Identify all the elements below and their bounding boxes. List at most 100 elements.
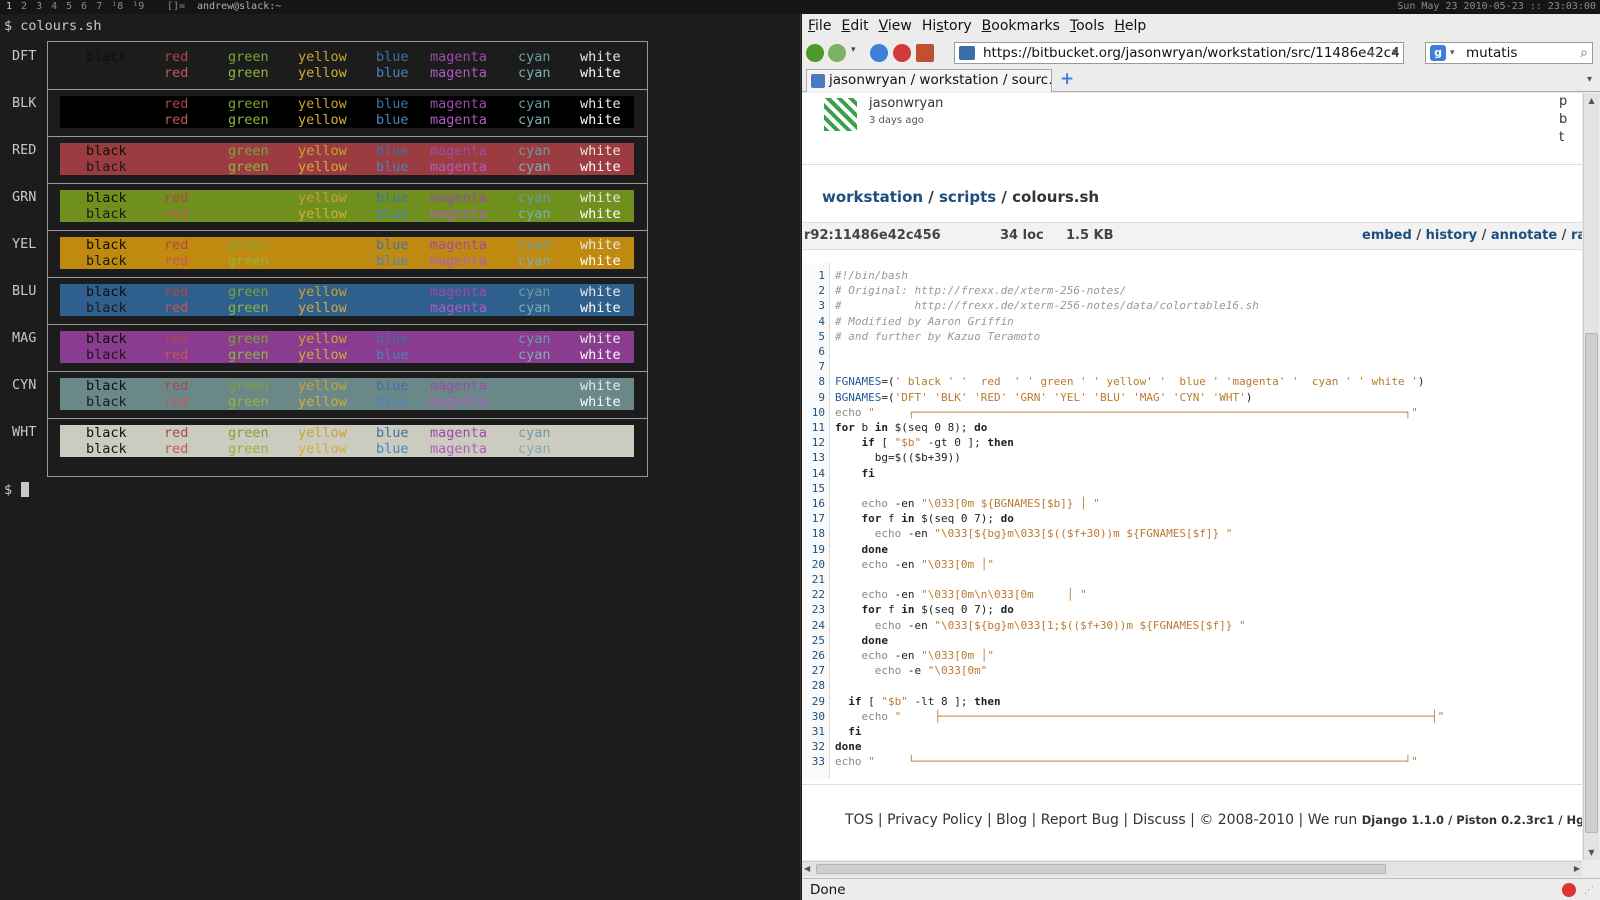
menu-history[interactable]: History: [922, 18, 972, 34]
horizontal-scrollbar[interactable]: ◀ ▶: [802, 861, 1582, 876]
line-number[interactable]: 3: [818, 298, 825, 313]
home-button[interactable]: [916, 44, 934, 62]
footer-link[interactable]: Report Bug: [1041, 812, 1119, 828]
history-dropdown-icon[interactable]: ▾: [851, 45, 856, 55]
workspace-tags[interactable]: 1 2 3 4 5 6 7 ¹8 ¹9: [6, 0, 153, 14]
workspace-tag[interactable]: 5: [66, 1, 72, 12]
colour-row-red: RED black black green green yellow yellow blue b…: [12, 136, 647, 184]
stop-button[interactable]: [893, 44, 911, 62]
line-number[interactable]: 14: [812, 466, 825, 481]
line-number[interactable]: 21: [812, 572, 825, 587]
line-number[interactable]: 33: [812, 754, 825, 769]
workspace-tag[interactable]: 4: [51, 1, 57, 12]
terminal-prompt[interactable]: $: [4, 481, 30, 499]
new-tab-icon[interactable]: +: [1060, 68, 1074, 90]
line-number[interactable]: 10: [812, 405, 825, 420]
footer-link[interactable]: TOS: [845, 812, 873, 828]
line-number[interactable]: 25: [812, 633, 825, 648]
search-icon[interactable]: ⌕: [1580, 43, 1588, 63]
menu-file[interactable]: File: [808, 18, 831, 34]
workspace-tag[interactable]: 3: [36, 1, 42, 12]
line-number[interactable]: 24: [812, 618, 825, 633]
line-number[interactable]: 32: [812, 739, 825, 754]
history-link[interactable]: history: [1426, 228, 1477, 243]
forward-button[interactable]: [828, 44, 846, 62]
line-number[interactable]: 4: [818, 314, 825, 329]
annotate-link[interactable]: annotate: [1491, 228, 1557, 243]
line-number[interactable]: 13: [812, 450, 825, 465]
menu-tools[interactable]: Tools: [1070, 18, 1105, 34]
commit-author[interactable]: jasonwryan: [869, 96, 943, 111]
line-number[interactable]: 15: [812, 481, 825, 496]
line-number[interactable]: 31: [812, 724, 825, 739]
line-number[interactable]: 22: [812, 587, 825, 602]
line-number[interactable]: 18: [812, 526, 825, 541]
line-number[interactable]: 23: [812, 602, 825, 617]
scroll-down-icon[interactable]: ▼: [1584, 845, 1599, 860]
menu-edit[interactable]: Edit: [841, 18, 868, 34]
breadcrumb-dir[interactable]: scripts: [939, 188, 996, 206]
layout-indicator[interactable]: []=: [167, 0, 185, 14]
scrollbar-thumb[interactable]: [1585, 333, 1598, 833]
code-line: for f in $(seq 0 7); do: [861, 512, 1014, 526]
menu-bookmarks[interactable]: Bookmarks: [982, 18, 1060, 34]
line-number[interactable]: 29: [812, 694, 825, 709]
workspace-tag[interactable]: 6: [81, 1, 87, 12]
menu-help[interactable]: Help: [1114, 18, 1146, 34]
url-bar[interactable]: https://bitbucket.org/jasonwryan/worksta…: [954, 42, 1404, 64]
search-input[interactable]: g ▾ mutatis ⌕: [1425, 42, 1593, 64]
footer-link[interactable]: Privacy Policy: [887, 812, 982, 828]
line-number[interactable]: 9: [818, 390, 825, 405]
fg-bold: blue: [376, 347, 409, 363]
workspace-tag[interactable]: 2: [21, 1, 27, 12]
scrollbar-thumb[interactable]: [816, 864, 1386, 874]
bookmark-star-icon[interactable]: ☆: [1368, 43, 1381, 63]
tab-list-dropdown-icon[interactable]: ▾: [1587, 68, 1592, 92]
line-number[interactable]: 5: [818, 329, 825, 344]
line-number[interactable]: 16: [812, 496, 825, 511]
footer-link[interactable]: Blog: [996, 812, 1027, 828]
workspace-tag[interactable]: ¹9: [132, 1, 144, 12]
line-number[interactable]: 17: [812, 511, 825, 526]
line-number[interactable]: 8: [818, 374, 825, 389]
line-number[interactable]: 19: [812, 542, 825, 557]
workspace-tag[interactable]: ¹8: [111, 1, 123, 12]
search-engine-icon[interactable]: g: [1430, 45, 1446, 61]
vertical-scrollbar[interactable]: ▲ ▼: [1583, 93, 1599, 860]
scroll-right-icon[interactable]: ▶: [1574, 862, 1580, 876]
line-number[interactable]: 11: [812, 420, 825, 435]
fg-bold: magenta: [430, 441, 487, 457]
line-number[interactable]: 20: [812, 557, 825, 572]
line-number[interactable]: 28: [812, 678, 825, 693]
footer-link[interactable]: Discuss: [1133, 812, 1186, 828]
addon-status-icon[interactable]: [1562, 883, 1576, 897]
line-number[interactable]: 26: [812, 648, 825, 663]
line-number[interactable]: 2: [818, 283, 825, 298]
workspace-tag[interactable]: 1: [6, 1, 12, 12]
fg-normal: magenta: [430, 284, 487, 300]
raw-link[interactable]: ra: [1571, 228, 1582, 243]
terminal-window[interactable]: $ colours.sh DFT black black red red green gre…: [0, 14, 801, 900]
line-number[interactable]: 1: [818, 268, 825, 283]
line-number[interactable]: 12: [812, 435, 825, 450]
reload-button[interactable]: [870, 44, 888, 62]
resize-grip-icon[interactable]: ⋰: [1584, 885, 1596, 897]
scroll-up-icon[interactable]: ▲: [1584, 93, 1599, 108]
search-engine-dropdown-icon[interactable]: ▾: [1450, 43, 1455, 63]
line-number[interactable]: 7: [818, 359, 825, 374]
line-number[interactable]: 6: [818, 344, 825, 359]
code-line: BGNAMES=('DFT' 'BLK' 'RED' 'GRN' 'YEL' '…: [835, 390, 1253, 404]
avatar[interactable]: [824, 98, 857, 131]
url-dropdown-icon[interactable]: ▾: [1392, 43, 1397, 63]
line-number[interactable]: 30: [812, 709, 825, 724]
breadcrumb-repo[interactable]: workstation: [822, 188, 923, 206]
workspace-tag[interactable]: 7: [96, 1, 102, 12]
menu-view[interactable]: View: [879, 18, 912, 34]
embed-link[interactable]: embed: [1362, 228, 1412, 243]
colour-table: DFT black black red red green green yellow yello…: [12, 41, 648, 477]
tab-active[interactable]: jasonwryan / workstation / sourc…: [806, 69, 1052, 92]
back-button[interactable]: [806, 44, 824, 62]
scroll-left-icon[interactable]: ◀: [804, 862, 810, 876]
line-number[interactable]: 27: [812, 663, 825, 678]
fg-sample-magenta: magenta magenta: [430, 378, 487, 410]
